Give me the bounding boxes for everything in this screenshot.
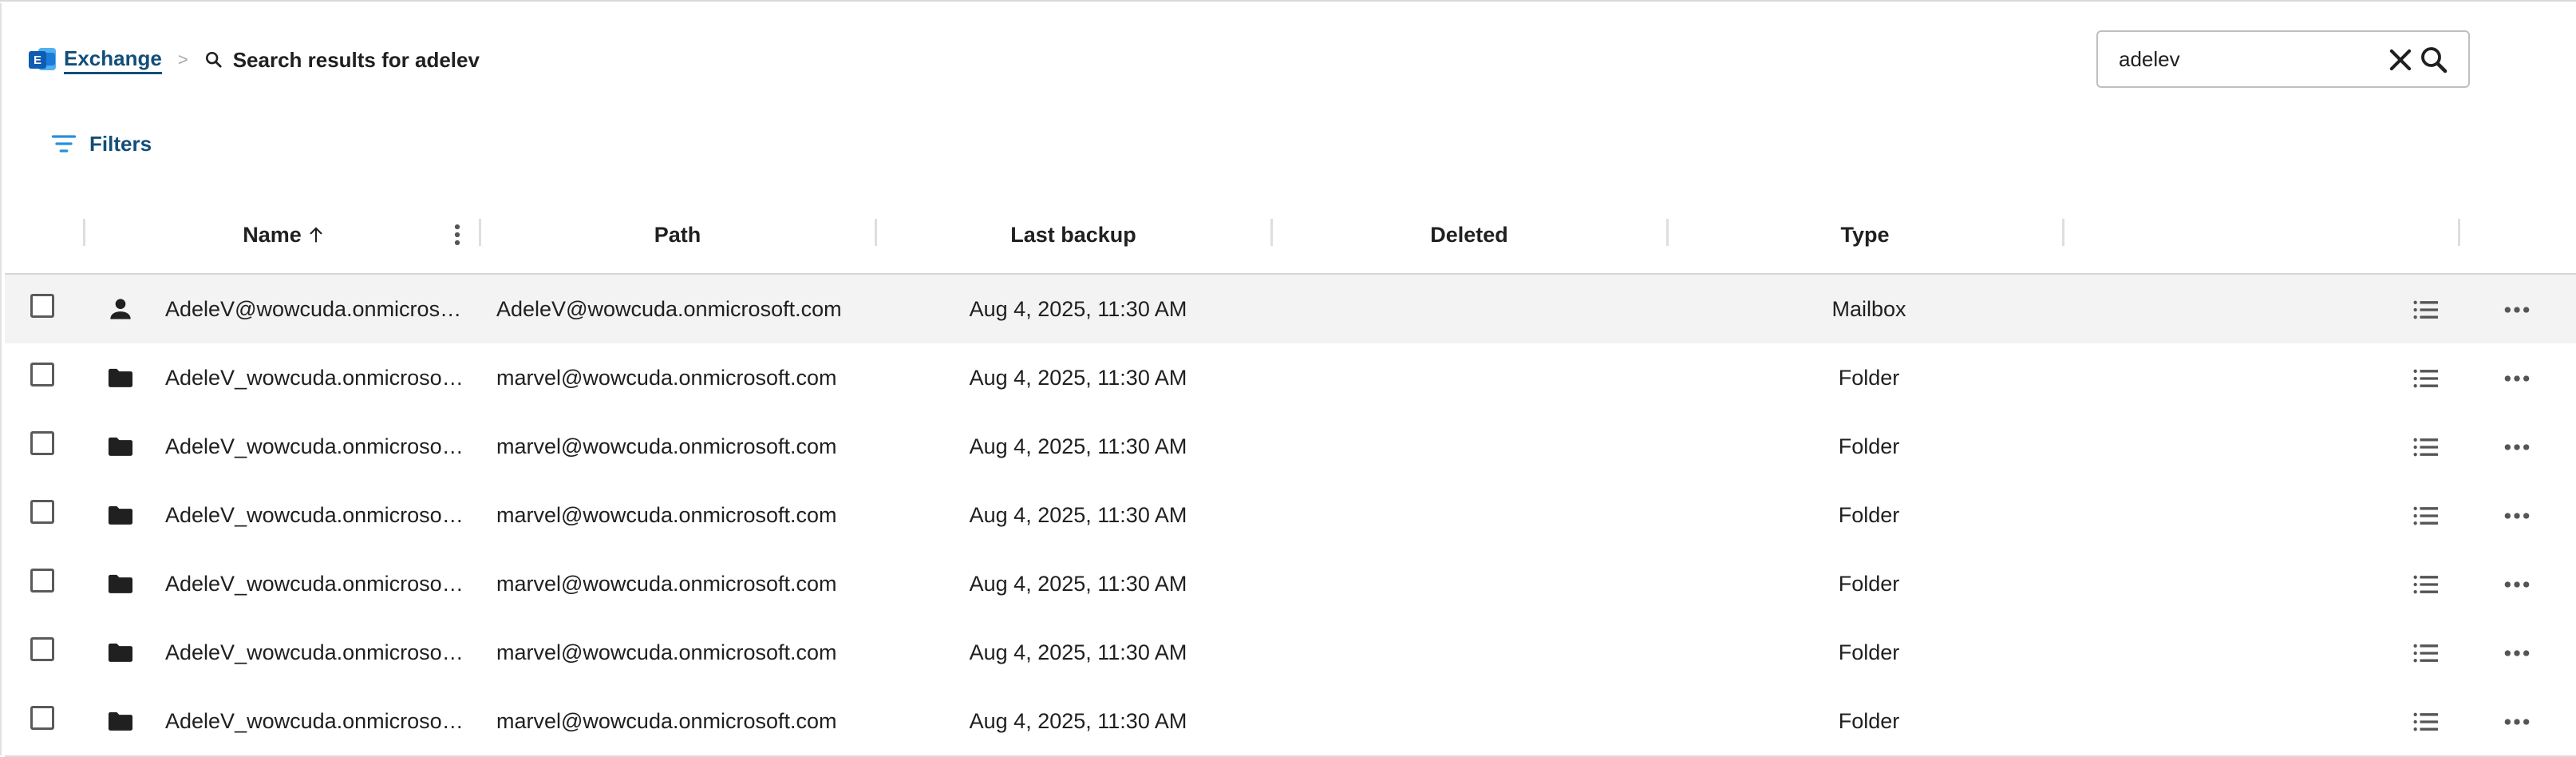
table-header: Name Path Last backup Deleted Type: [5, 196, 2576, 275]
cell-deleted: [1298, 412, 1633, 481]
list-view-icon[interactable]: [2410, 294, 2442, 326]
column-resizer[interactable]: [2062, 219, 2064, 246]
column-resizer[interactable]: [2458, 219, 2460, 246]
cell-last-backup: Aug 4, 2025, 11:30 AM: [969, 296, 1187, 321]
column-header-deleted[interactable]: Deleted: [1273, 196, 1665, 273]
search-submit-icon[interactable]: [2417, 43, 2451, 77]
folder-icon: [108, 711, 133, 731]
top-border: [0, 0, 2576, 5]
table-row[interactable]: AdeleV@wowcuda.onmicrosoft.com AdeleV@wow…: [5, 275, 2576, 345]
filters-label: Filters: [89, 131, 152, 156]
row-checkbox[interactable]: [30, 637, 54, 661]
more-options-icon[interactable]: [2501, 637, 2533, 669]
filter-lines-icon: [51, 135, 77, 153]
cell-name[interactable]: AdeleV@wowcuda.onmicrosoft.com: [165, 275, 465, 343]
cell-type: Folder: [1838, 502, 1900, 527]
cell-type: Folder: [1838, 365, 1900, 390]
cell-last-backup: Aug 4, 2025, 11:30 AM: [969, 502, 1187, 527]
list-view-icon[interactable]: [2410, 431, 2442, 463]
table-row[interactable]: AdeleV_wowcuda.onmicrosoft.com marvel@wow…: [5, 618, 2576, 688]
more-options-icon[interactable]: [2501, 500, 2533, 532]
list-view-icon[interactable]: [2410, 706, 2442, 738]
cell-last-backup: Aug 4, 2025, 11:30 AM: [969, 571, 1187, 596]
cell-last-backup: Aug 4, 2025, 11:30 AM: [969, 640, 1187, 664]
cell-path: marvel@wowcuda.onmicrosoft.com: [496, 571, 837, 596]
cell-type: Folder: [1838, 571, 1900, 596]
more-options-icon[interactable]: [2501, 706, 2533, 738]
close-icon[interactable]: [2385, 45, 2416, 75]
filters-button[interactable]: Filters: [49, 126, 152, 161]
cell-type: Folder: [1838, 640, 1900, 664]
breadcrumb-separator: >: [177, 50, 188, 69]
exchange-logo-icon: E: [29, 46, 56, 73]
cell-path: marvel@wowcuda.onmicrosoft.com: [496, 708, 837, 733]
more-options-icon[interactable]: [2501, 294, 2533, 326]
cell-type: Mailbox: [1831, 296, 1906, 321]
folder-icon: [108, 368, 133, 387]
list-view-icon[interactable]: [2410, 500, 2442, 532]
row-checkbox[interactable]: [30, 569, 54, 593]
cell-name[interactable]: AdeleV_wowcuda.onmicrosoft.com: [165, 687, 465, 755]
cell-path: AdeleV@wowcuda.onmicrosoft.com: [496, 296, 842, 321]
column-menu-icon[interactable]: [444, 219, 471, 251]
cell-type: Folder: [1838, 434, 1900, 458]
cell-path: marvel@wowcuda.onmicrosoft.com: [496, 640, 837, 664]
folder-icon: [108, 505, 133, 525]
cell-path: marvel@wowcuda.onmicrosoft.com: [496, 502, 837, 527]
more-options-icon[interactable]: [2501, 431, 2533, 463]
row-checkbox[interactable]: [30, 500, 54, 524]
row-checkbox[interactable]: [30, 431, 54, 455]
cell-deleted: [1298, 618, 1633, 687]
list-view-icon[interactable]: [2410, 637, 2442, 669]
cell-name[interactable]: AdeleV_wowcuda.onmicrosoft.com: [165, 343, 465, 412]
column-header-last-backup[interactable]: Last backup: [877, 196, 1270, 273]
list-view-icon[interactable]: [2410, 569, 2442, 600]
folder-icon: [108, 437, 133, 456]
table-row[interactable]: AdeleV_wowcuda.onmicrosoft.com marvel@wow…: [5, 343, 2576, 414]
cell-path: marvel@wowcuda.onmicrosoft.com: [496, 434, 837, 458]
column-header-path[interactable]: Path: [481, 196, 874, 273]
search-box: [2096, 30, 2470, 88]
column-header-name[interactable]: Name: [85, 196, 484, 273]
person-icon: [110, 299, 131, 319]
more-options-icon[interactable]: [2501, 363, 2533, 394]
row-checkbox[interactable]: [30, 294, 54, 318]
list-view-icon[interactable]: [2410, 363, 2442, 394]
breadcrumb: E Exchange > Search results for adelev: [29, 42, 480, 78]
cell-last-backup: Aug 4, 2025, 11:30 AM: [969, 365, 1187, 390]
folder-icon: [108, 574, 133, 593]
column-header-type[interactable]: Type: [1669, 196, 2061, 273]
cell-deleted: [1298, 481, 1633, 549]
cell-name[interactable]: AdeleV_wowcuda.onmicrosoft.com: [165, 412, 465, 481]
cell-last-backup: Aug 4, 2025, 11:30 AM: [969, 708, 1187, 733]
folder-icon: [108, 643, 133, 662]
row-checkbox[interactable]: [30, 706, 54, 730]
cell-name[interactable]: AdeleV_wowcuda.onmicrosoft.com: [165, 481, 465, 549]
more-options-icon[interactable]: [2501, 569, 2533, 600]
cell-last-backup: Aug 4, 2025, 11:30 AM: [969, 434, 1187, 458]
cell-path: marvel@wowcuda.onmicrosoft.com: [496, 365, 837, 390]
cell-deleted: [1298, 549, 1633, 618]
table-row[interactable]: AdeleV_wowcuda.onmicrosoft.com marvel@wow…: [5, 687, 2576, 757]
search-input[interactable]: [2117, 46, 2360, 73]
row-checkbox[interactable]: [30, 363, 54, 386]
table-row[interactable]: AdeleV_wowcuda.onmicrosoft.com marvel@wow…: [5, 412, 2576, 482]
table-row[interactable]: AdeleV_wowcuda.onmicrosoft.com marvel@wow…: [5, 549, 2576, 620]
cell-name[interactable]: AdeleV_wowcuda.onmicrosoft.com: [165, 618, 465, 687]
breadcrumb-exchange-link[interactable]: Exchange: [64, 46, 162, 74]
cell-name[interactable]: AdeleV_wowcuda.onmicrosoft.com: [165, 549, 465, 618]
page-title: Search results for adelev: [232, 47, 480, 72]
cell-deleted: [1298, 687, 1633, 755]
cell-deleted: [1298, 343, 1633, 412]
cell-type: Folder: [1838, 708, 1900, 733]
cell-deleted: [1298, 275, 1633, 343]
table-row[interactable]: AdeleV_wowcuda.onmicrosoft.com marvel@wow…: [5, 481, 2576, 551]
search-icon: [205, 51, 222, 68]
sort-ascending-icon[interactable]: [305, 224, 327, 246]
